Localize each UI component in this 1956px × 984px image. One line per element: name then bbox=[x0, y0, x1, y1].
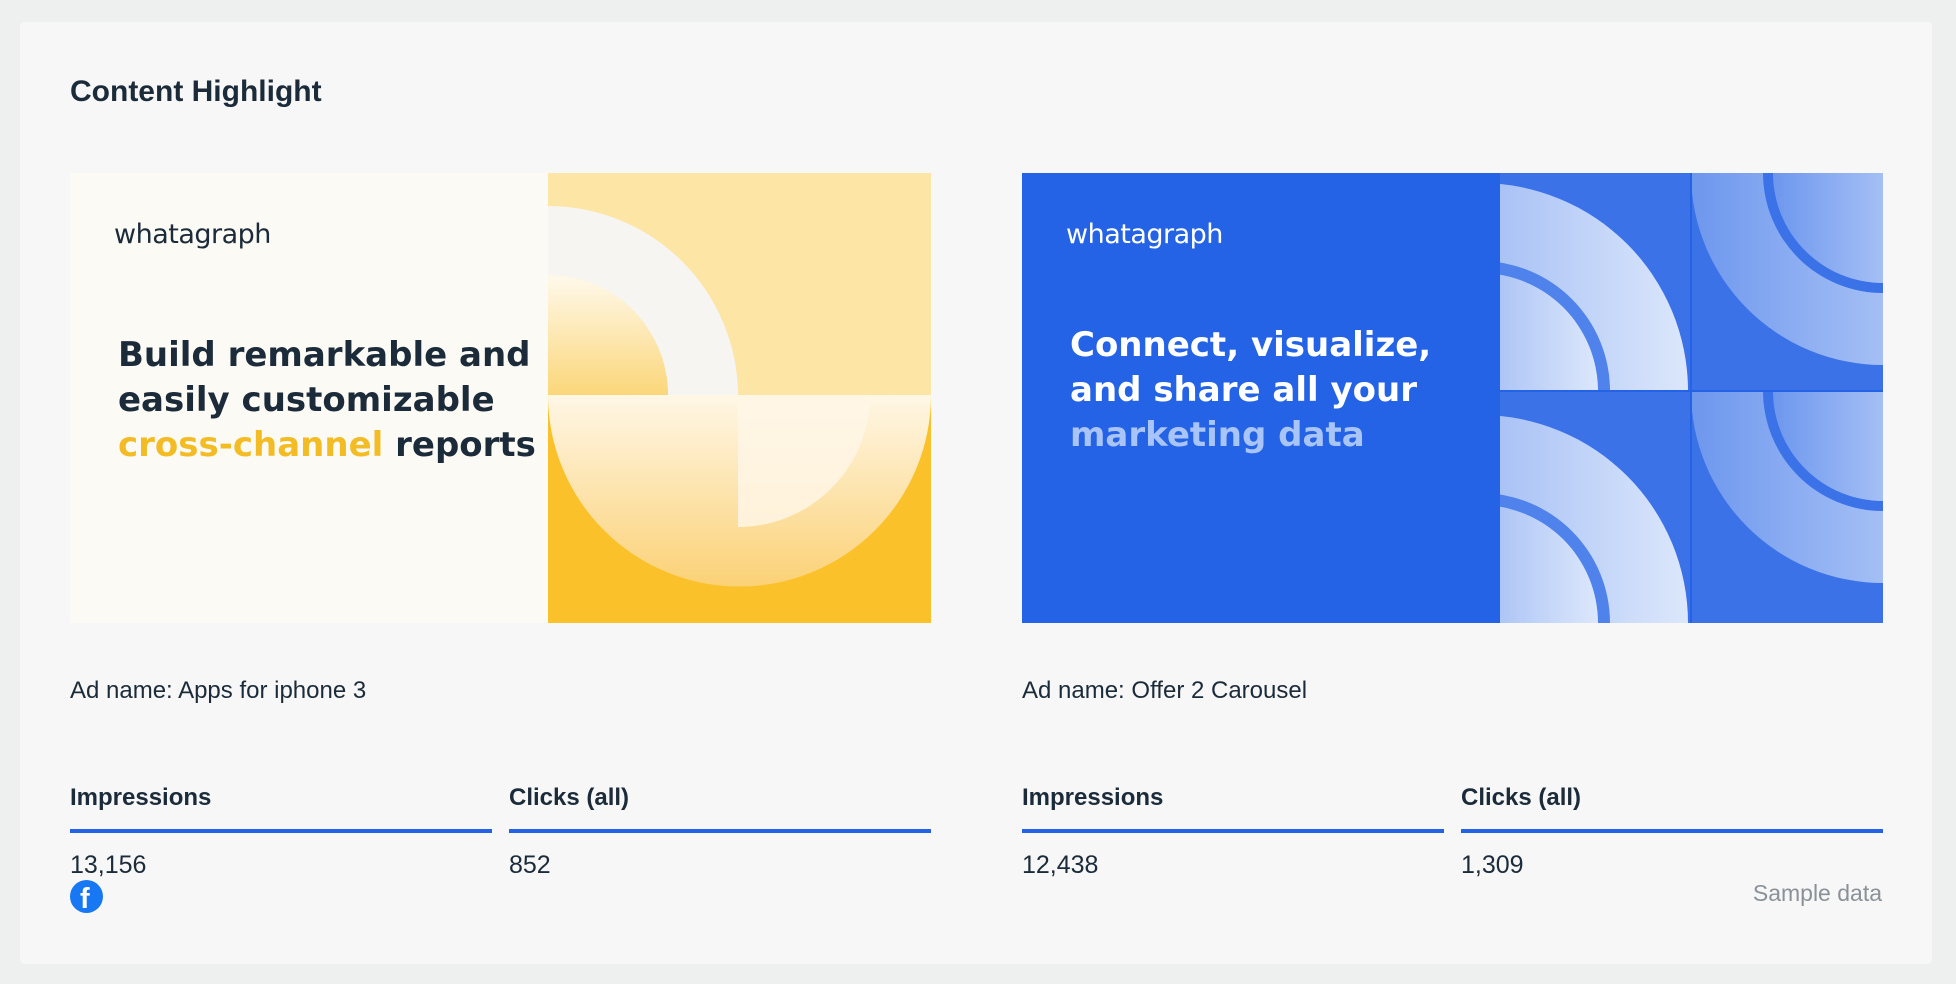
metric-divider bbox=[1022, 829, 1444, 833]
headline-highlight: marketing data bbox=[1070, 415, 1365, 455]
headline-text: Build remarkable and easily customizable bbox=[118, 335, 531, 420]
metric-divider bbox=[70, 829, 492, 833]
metric-label-clicks: Clicks (all) bbox=[1461, 784, 1582, 811]
ad-headline: Build remarkable and easily customizable… bbox=[118, 333, 538, 468]
headline-highlight: cross-channel bbox=[118, 425, 384, 465]
metric-value-clicks: 852 bbox=[509, 851, 551, 879]
metric-value-clicks: 1,309 bbox=[1461, 851, 1524, 879]
facebook-icon: f bbox=[70, 880, 103, 913]
ad-creative-2[interactable]: whatagraph Connect, visualize, and share… bbox=[1022, 173, 1883, 623]
metric-value-impressions: 12,438 bbox=[1022, 851, 1099, 879]
metric-label-clicks: Clicks (all) bbox=[509, 784, 630, 811]
ad-name-1: Ad name: Apps for iphone 3 bbox=[70, 677, 367, 704]
headline-text: Connect, visualize, and share all your bbox=[1070, 325, 1432, 410]
ad-headline: Connect, visualize, and share all your m… bbox=[1070, 323, 1490, 458]
metric-label-impressions: Impressions bbox=[70, 784, 212, 811]
metric-divider bbox=[509, 829, 931, 833]
ad-artwork bbox=[548, 173, 931, 623]
ad-creative-1[interactable]: whatagraph Build remarkable and easily c… bbox=[70, 173, 931, 623]
metric-label-impressions: Impressions bbox=[1022, 784, 1164, 811]
ad-artwork bbox=[1500, 173, 1883, 623]
ad-name-2: Ad name: Offer 2 Carousel bbox=[1022, 677, 1308, 704]
sample-data-label: Sample data bbox=[1752, 880, 1882, 906]
metric-divider bbox=[1461, 829, 1883, 833]
brand-logo: whatagraph bbox=[1066, 219, 1223, 250]
metric-value-impressions: 13,156 bbox=[70, 851, 147, 879]
widget-title: Content Highlight bbox=[70, 75, 322, 108]
brand-logo: whatagraph bbox=[114, 219, 271, 250]
headline-end: reports bbox=[383, 425, 536, 465]
